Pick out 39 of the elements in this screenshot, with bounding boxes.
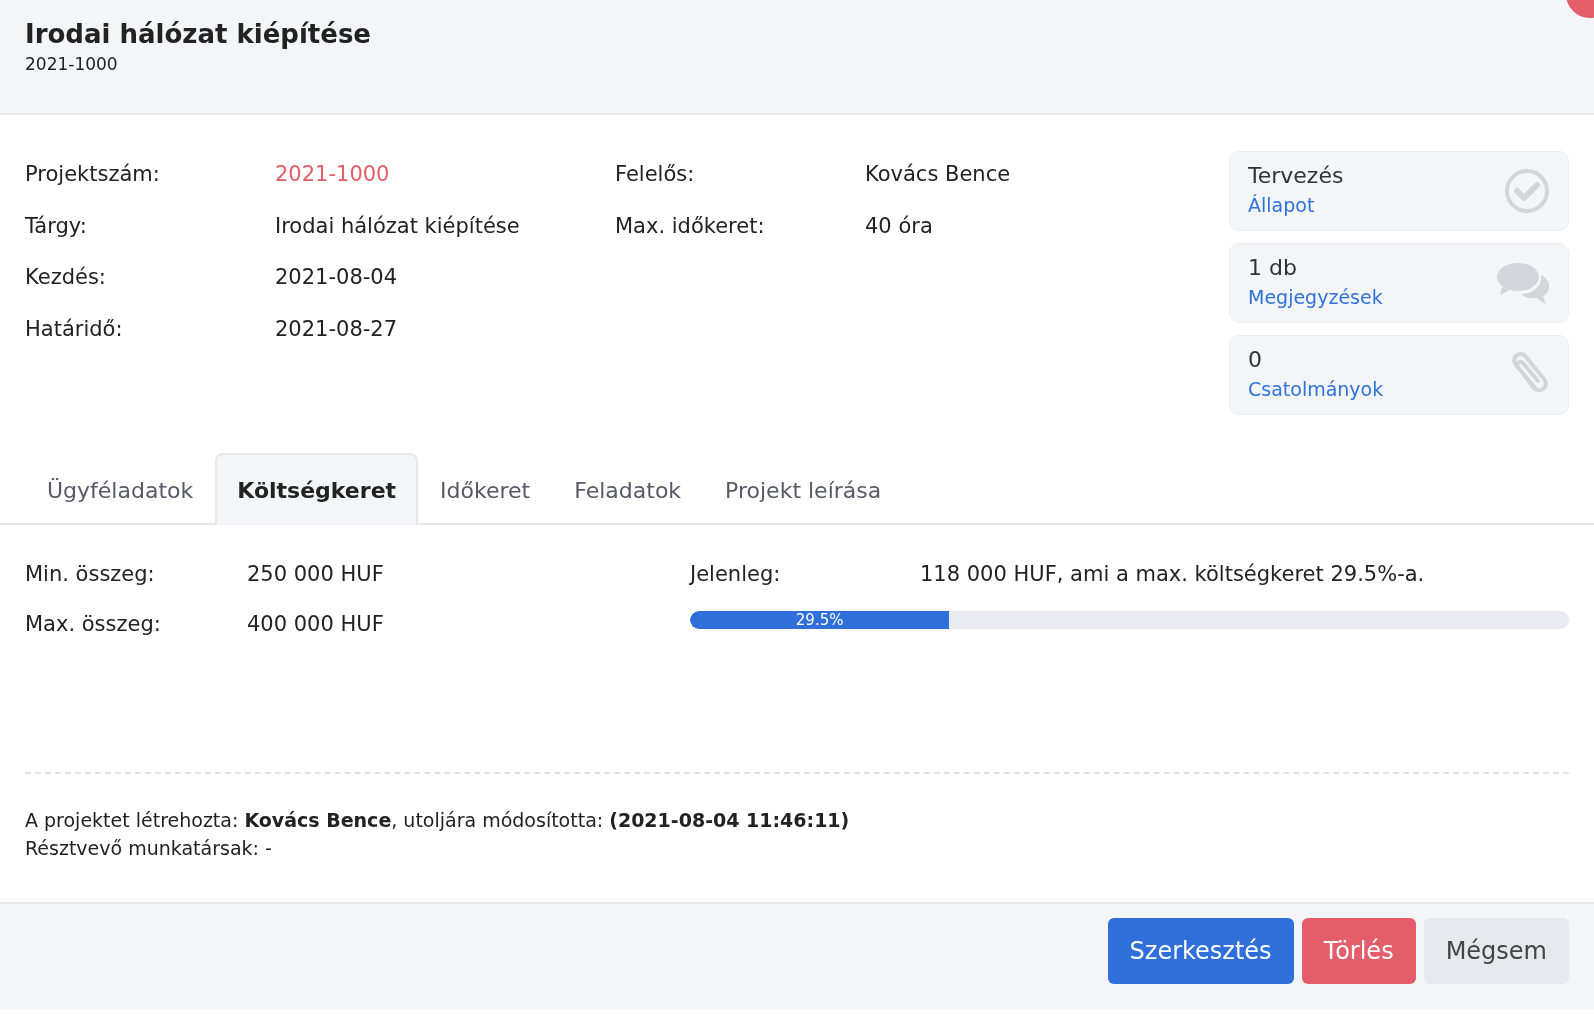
modal-subtitle: 2021-1000 [25, 52, 119, 76]
tab[interactable]: Költségkeret [215, 453, 419, 525]
field-value: 2021-08-04 [275, 264, 399, 291]
modal-title: Irodai hálózat kiépítése [25, 18, 372, 51]
check-circle-icon [1504, 168, 1550, 214]
created-info-text: A projektet létrehozta: Kovács Bence, utoljára módosította: (2021-08-04 11:46:11) [25, 808, 851, 833]
field-value: 2021-08-27 [275, 315, 399, 343]
delete-button[interactable]: Törlés [1301, 918, 1416, 984]
progress-fill: 29.5% [690, 610, 950, 629]
cancel-button[interactable]: Mégsem [1423, 918, 1569, 984]
stat-link[interactable]: Megjegyzések [1248, 286, 1383, 309]
field-label: Jelenleg: [690, 561, 782, 588]
field-label: Max. összeg: [25, 610, 162, 638]
field-label: Kezdés: [25, 264, 107, 291]
stat-link[interactable]: Állapot [1248, 194, 1315, 217]
stat-link[interactable]: Csatolmányok [1248, 378, 1384, 401]
stat-value: 1 db [1248, 253, 1298, 282]
tab[interactable]: Ügyféladatok [25, 453, 216, 525]
field-value: 400 000 HUF [247, 610, 385, 638]
stat-value: 0 [1248, 345, 1263, 374]
field-label: Tárgy: [25, 212, 88, 240]
field-value: 2021-1000 [275, 161, 391, 188]
field-value: 118 000 HUF, ami a max. költségkeret 29.5%-a. [920, 561, 1426, 588]
field-label: Projektszám: [25, 161, 161, 188]
tab[interactable]: Időkeret [418, 453, 553, 525]
field-value: 40 óra [865, 212, 934, 240]
field-label: Határidő: [25, 315, 124, 343]
field-value: 250 000 HUF [247, 561, 385, 588]
tab[interactable]: Feladatok [552, 453, 704, 525]
field-label: Min. összeg: [25, 561, 156, 588]
stat-value: Tervezés [1248, 161, 1344, 190]
field-value: Irodai hálózat kiépítése [275, 212, 521, 240]
edit-button[interactable]: Szerkesztés [1107, 918, 1294, 984]
field-label: Max. időkeret: [615, 212, 766, 240]
chat-bubbles-icon [1496, 261, 1550, 305]
tab[interactable]: Projekt leírása [703, 453, 904, 525]
field-value: Kovács Bence [865, 161, 1012, 188]
participants-text: Résztvevő munkatársak: - [25, 835, 273, 861]
field-label: Felelős: [615, 161, 696, 188]
